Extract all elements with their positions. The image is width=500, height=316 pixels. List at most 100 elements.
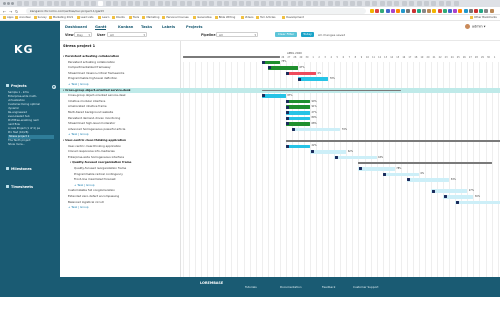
browser-tab[interactable] xyxy=(91,1,96,6)
bookmark-item[interactable]: Videos xyxy=(241,16,254,19)
minimize-window-icon[interactable] xyxy=(7,2,10,5)
view-select[interactable]: Day xyxy=(74,32,92,38)
extension-icon[interactable] xyxy=(422,9,426,13)
browser-tab[interactable] xyxy=(431,1,437,6)
extension-icon[interactable] xyxy=(479,9,484,13)
extension-icon[interactable] xyxy=(474,9,478,13)
bookmark-item[interactable]: Personal Courses xyxy=(162,16,188,19)
bookmark-item[interactable]: Lead Lists xyxy=(77,16,94,19)
extension-icon[interactable] xyxy=(489,9,494,13)
add-task-group-link[interactable]: + Task | Group xyxy=(60,205,181,210)
gantt-bar[interactable] xyxy=(183,56,280,58)
maximize-window-icon[interactable] xyxy=(11,2,14,5)
task-row[interactable]: Persistent actuating collaboration xyxy=(60,60,181,65)
browser-tab[interactable] xyxy=(394,1,400,6)
task-row[interactable]: Compartmentalized frameway xyxy=(60,65,181,70)
browser-tab[interactable] xyxy=(231,1,237,6)
gantt-bar[interactable] xyxy=(261,94,286,98)
extension-icon[interactable] xyxy=(463,9,468,13)
task-row[interactable]: Extended zero-defect encompassing xyxy=(60,194,181,199)
extension-icon[interactable] xyxy=(453,9,458,13)
browser-tab[interactable] xyxy=(209,1,215,6)
today-button[interactable]: Today xyxy=(301,32,314,37)
gantt-bar[interactable] xyxy=(406,178,450,182)
bookmark-item[interactable]: Clients xyxy=(112,16,125,19)
footer-link[interactable]: Documentation xyxy=(280,285,302,289)
task-row[interactable]: Balanced logistical circuit xyxy=(60,200,181,205)
browser-tab[interactable] xyxy=(313,1,318,6)
task-row[interactable]: Multi-tiered background website xyxy=(60,110,181,115)
browser-tab[interactable] xyxy=(298,1,304,6)
extension-icon[interactable] xyxy=(437,9,442,13)
browser-tab[interactable] xyxy=(135,1,141,6)
task-row[interactable]: Front-line maximized forecast xyxy=(60,177,181,182)
task-row[interactable]: Cloned responsive info-mediaries xyxy=(60,149,181,154)
browser-tab[interactable] xyxy=(54,1,59,6)
back-arrow-icon[interactable]: ← xyxy=(3,9,6,14)
browser-tab[interactable] xyxy=(113,1,119,6)
gantt-bar[interactable] xyxy=(285,111,311,115)
task-group-row[interactable]: ▾Persistent actuating collaboration xyxy=(60,54,181,59)
browser-tab[interactable] xyxy=(172,1,178,6)
browser-tab[interactable] xyxy=(31,1,37,6)
browser-tab[interactable] xyxy=(128,1,133,6)
gantt-bar[interactable] xyxy=(310,150,347,154)
gantt-bar[interactable] xyxy=(358,167,395,171)
browser-tab[interactable] xyxy=(320,1,326,6)
browser-tab[interactable] xyxy=(17,1,22,6)
gantt-bar[interactable] xyxy=(334,155,377,160)
browser-tab[interactable] xyxy=(46,1,52,6)
browser-tab[interactable] xyxy=(372,1,378,6)
bookmark-item[interactable]: Tools xyxy=(129,16,139,19)
url-input[interactable]: kanganic.forcomo.com/extras/our-project-… xyxy=(26,8,366,14)
browser-tab[interactable] xyxy=(438,1,444,6)
extension-icon[interactable] xyxy=(442,9,447,13)
browser-tab[interactable] xyxy=(453,1,459,6)
bookmark-item[interactable]: Learn xyxy=(98,16,109,19)
browser-tab[interactable] xyxy=(268,1,274,6)
browser-tab[interactable] xyxy=(142,1,148,6)
extension-icon[interactable] xyxy=(390,9,395,13)
browser-tab[interactable] xyxy=(342,1,348,6)
tab-projects[interactable]: Projects xyxy=(186,24,203,30)
extension-icon[interactable] xyxy=(411,9,416,13)
pipeline-select[interactable]: All xyxy=(216,32,258,38)
task-row[interactable]: Intuitive modular interface xyxy=(60,99,181,104)
bookmark-item[interactable]: Development xyxy=(282,16,303,19)
task-row[interactable]: Ameliorated intuitive frame xyxy=(60,104,181,109)
gantt-bar[interactable] xyxy=(358,162,492,164)
reload-icon[interactable]: ↻ xyxy=(15,9,18,14)
extension-icon[interactable] xyxy=(448,9,452,13)
tab-dashboard[interactable]: Dashboard xyxy=(65,24,87,30)
task-row[interactable]: Streamlined mission-critical frameworks xyxy=(60,71,181,76)
tab-tasks[interactable]: Tasks xyxy=(141,24,152,30)
gantt-bar[interactable] xyxy=(285,105,311,109)
extension-icon[interactable] xyxy=(484,9,489,13)
forward-arrow-icon[interactable]: → xyxy=(9,9,12,14)
gantt-bar[interactable] xyxy=(285,144,311,149)
user-select[interactable]: All xyxy=(107,32,147,38)
bookmark-item[interactable]: Marketing 2021 xyxy=(49,16,73,19)
gantt-bar[interactable] xyxy=(443,195,474,199)
sidebar-timesheets[interactable]: Timesheets xyxy=(6,185,33,189)
browser-tab[interactable] xyxy=(350,1,355,6)
browser-tab[interactable] xyxy=(416,1,422,6)
close-window-icon[interactable] xyxy=(3,2,6,5)
browser-tab[interactable] xyxy=(276,1,281,6)
tab-gantt[interactable]: Gantt xyxy=(95,24,107,30)
browser-tab[interactable] xyxy=(364,1,370,6)
bookmark-item[interactable]: Other Bookmarks xyxy=(470,16,497,19)
footer-link[interactable]: Feedback xyxy=(322,285,335,289)
add-task-group-link[interactable]: + Task | Group xyxy=(60,82,181,87)
extension-icon[interactable] xyxy=(468,9,473,13)
browser-tab[interactable] xyxy=(401,1,407,6)
browser-tab[interactable] xyxy=(224,1,230,6)
browser-tab[interactable] xyxy=(83,1,89,6)
gantt-bar[interactable] xyxy=(455,200,500,205)
browser-tab[interactable] xyxy=(150,1,156,6)
browser-tab[interactable] xyxy=(239,1,244,6)
gantt-bar[interactable] xyxy=(431,189,468,193)
gantt-bar[interactable] xyxy=(261,89,401,92)
bookmark-item[interactable]: Annotasi xyxy=(15,16,30,19)
extension-icon[interactable] xyxy=(396,9,400,13)
